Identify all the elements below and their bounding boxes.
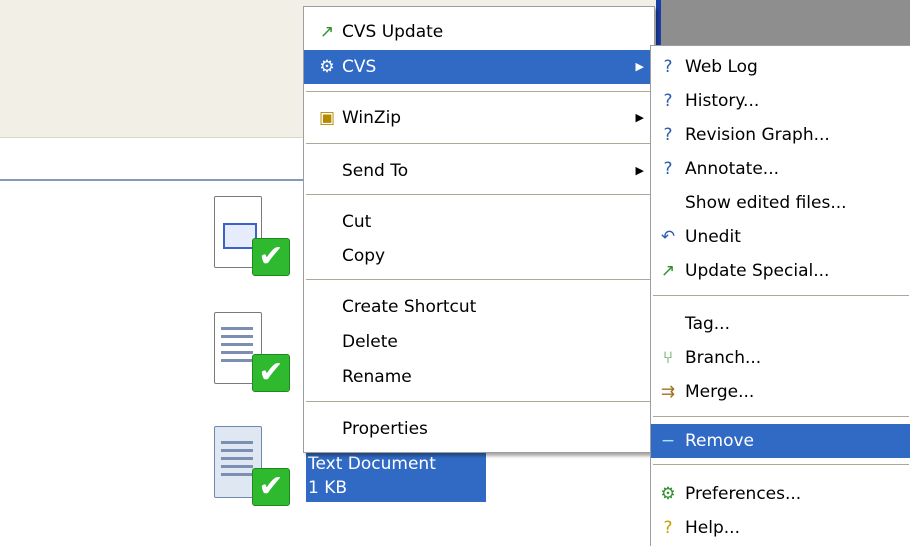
menu-item-label: Branch... xyxy=(685,348,762,368)
selected-file-label[interactable]: Text Document 1 KB xyxy=(306,452,486,502)
menu-separator xyxy=(306,143,652,144)
menu-item-label: Create Shortcut xyxy=(342,297,477,317)
submenu-item-remove[interactable]: − Remove xyxy=(651,424,910,458)
menu-item-label: WinZip xyxy=(342,108,402,128)
text-lines-icon xyxy=(221,327,253,367)
query-icon: ? xyxy=(663,125,673,145)
undo-icon: ↶ xyxy=(660,227,676,247)
menu-separator xyxy=(306,194,652,195)
file-icon-text-document[interactable]: ✔ xyxy=(206,422,290,506)
menu-item-label: Remove xyxy=(685,431,754,451)
submenu-item-revision-graph[interactable]: ? Revision Graph... xyxy=(651,118,910,152)
context-menu: ↗ CVS Update ⚙ CVS ▶ ▣ WinZip ▶ Send To … xyxy=(303,6,655,453)
submenu-item-unedit[interactable]: ↶ Unedit xyxy=(651,220,910,254)
menu-item-label: Properties xyxy=(342,419,428,439)
help-icon: ? xyxy=(663,518,673,538)
cvs-ok-check-icon: ✔ xyxy=(252,354,290,392)
menu-item-label: Preferences... xyxy=(685,484,802,504)
menu-separator xyxy=(306,401,652,402)
submenu-item-preferences[interactable]: ⚙ Preferences... xyxy=(651,477,910,511)
menu-item-label: History... xyxy=(685,91,760,111)
file-icon-program[interactable]: ✔ xyxy=(206,192,290,276)
text-lines-icon xyxy=(221,441,253,481)
menu-separator xyxy=(306,279,652,280)
menu-item-label: Cut xyxy=(342,212,372,232)
menu-item-copy[interactable]: Copy xyxy=(304,239,654,273)
merge-icon: ⇉ xyxy=(660,382,676,402)
menu-item-label: Send To xyxy=(342,161,409,181)
submenu-item-update-special[interactable]: ↗ Update Special... xyxy=(651,254,910,288)
submenu-arrow-icon: ▶ xyxy=(635,60,644,73)
menu-item-label: Rename xyxy=(342,367,412,387)
menu-item-label: Revision Graph... xyxy=(685,125,830,145)
menu-item-label: Help... xyxy=(685,518,740,538)
menu-item-label: Tag... xyxy=(685,314,730,334)
winzip-icon: ▣ xyxy=(318,108,336,128)
background-window-edge xyxy=(656,0,661,45)
query-icon: ? xyxy=(663,159,673,179)
remove-minus-icon: − xyxy=(660,431,676,451)
branch-icon: ⑂ xyxy=(662,348,674,368)
submenu-item-help[interactable]: ? Help... xyxy=(651,511,910,545)
menu-item-delete[interactable]: Delete xyxy=(304,325,654,359)
menu-item-label: Update Special... xyxy=(685,261,830,281)
background-window xyxy=(656,0,910,45)
menu-item-label: Merge... xyxy=(685,382,755,402)
menu-separator xyxy=(653,464,909,465)
menu-item-cvs-update[interactable]: ↗ CVS Update xyxy=(304,15,654,49)
submenu-item-web-log[interactable]: ? Web Log xyxy=(651,50,910,84)
cvs-ok-check-icon: ✔ xyxy=(252,238,290,276)
menu-item-send-to[interactable]: Send To ▶ xyxy=(304,154,654,188)
menu-item-rename[interactable]: Rename xyxy=(304,360,654,394)
menu-separator xyxy=(653,295,909,296)
menu-item-label: Unedit xyxy=(685,227,741,247)
submenu-item-merge[interactable]: ⇉ Merge... xyxy=(651,375,910,409)
menu-item-create-shortcut[interactable]: Create Shortcut xyxy=(304,290,654,324)
submenu-item-history[interactable]: ? History... xyxy=(651,84,910,118)
cvs-ok-check-icon: ✔ xyxy=(252,468,290,506)
cvs-update-icon: ↗ xyxy=(660,261,676,281)
file-name: Text Document xyxy=(308,454,436,474)
menu-item-cut[interactable]: Cut xyxy=(304,205,654,239)
submenu-arrow-icon: ▶ xyxy=(635,111,644,124)
menu-item-label: Delete xyxy=(342,332,398,352)
menu-item-label: Annotate... xyxy=(685,159,779,179)
preferences-icon: ⚙ xyxy=(660,484,676,504)
menu-item-label: CVS Update xyxy=(342,22,444,42)
submenu-arrow-icon: ▶ xyxy=(635,164,644,177)
menu-item-winzip[interactable]: ▣ WinZip ▶ xyxy=(304,101,654,135)
cvs-submenu: ? Web Log ? History... ? Revision Graph.… xyxy=(650,45,910,546)
file-icon-notepad[interactable]: ✔ xyxy=(206,308,290,392)
menu-separator xyxy=(306,91,652,92)
menu-separator xyxy=(653,416,909,417)
submenu-item-show-edited-files[interactable]: Show edited files... xyxy=(651,186,910,220)
menu-item-label: CVS xyxy=(342,57,377,77)
file-size: 1 KB xyxy=(308,478,348,498)
menu-item-cvs[interactable]: ⚙ CVS ▶ xyxy=(304,50,654,84)
menu-item-label: Web Log xyxy=(685,57,758,77)
menu-item-properties[interactable]: Properties xyxy=(304,412,654,446)
query-icon: ? xyxy=(663,91,673,111)
cvs-update-icon: ↗ xyxy=(319,22,335,42)
cvs-turtle-icon: ⚙ xyxy=(319,57,335,77)
query-icon: ? xyxy=(663,57,673,77)
submenu-item-annotate[interactable]: ? Annotate... xyxy=(651,152,910,186)
menu-item-label: Show edited files... xyxy=(685,193,847,213)
menu-item-label: Copy xyxy=(342,246,386,266)
submenu-item-branch[interactable]: ⑂ Branch... xyxy=(651,341,910,375)
submenu-item-tag[interactable]: Tag... xyxy=(651,307,910,341)
